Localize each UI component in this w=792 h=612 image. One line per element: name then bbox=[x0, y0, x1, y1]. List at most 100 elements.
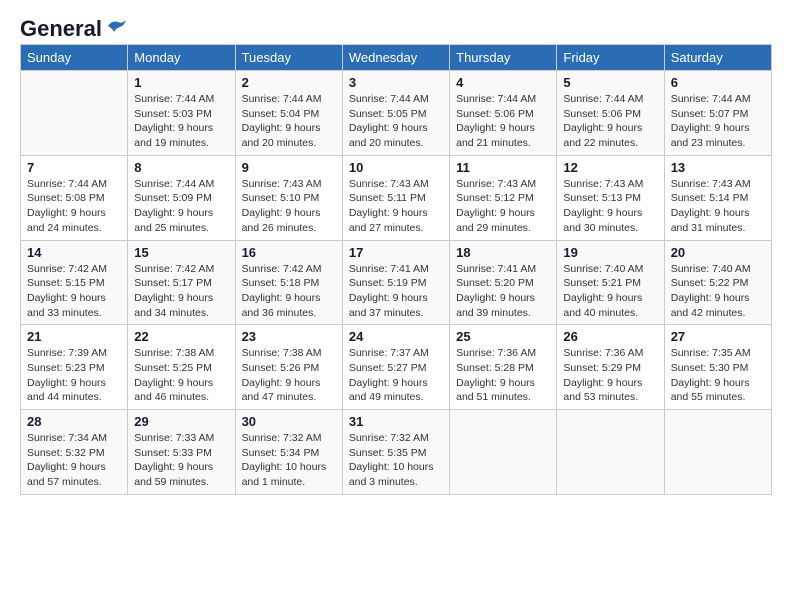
daylight-text: Daylight: 9 hours and 33 minutes. bbox=[27, 291, 121, 320]
weekday-header-tuesday: Tuesday bbox=[235, 45, 342, 71]
sunrise-text: Sunrise: 7:32 AM bbox=[242, 431, 336, 446]
day-number: 12 bbox=[563, 160, 657, 175]
daylight-text: Daylight: 9 hours and 39 minutes. bbox=[456, 291, 550, 320]
daylight-text: Daylight: 9 hours and 53 minutes. bbox=[563, 376, 657, 405]
calendar-cell: 14Sunrise: 7:42 AMSunset: 5:15 PMDayligh… bbox=[21, 240, 128, 325]
day-info: Sunrise: 7:42 AMSunset: 5:17 PMDaylight:… bbox=[134, 262, 228, 321]
sunset-text: Sunset: 5:28 PM bbox=[456, 361, 550, 376]
sunset-text: Sunset: 5:03 PM bbox=[134, 107, 228, 122]
sunset-text: Sunset: 5:10 PM bbox=[242, 191, 336, 206]
day-number: 3 bbox=[349, 75, 443, 90]
sunrise-text: Sunrise: 7:42 AM bbox=[134, 262, 228, 277]
sunrise-text: Sunrise: 7:44 AM bbox=[456, 92, 550, 107]
sunrise-text: Sunrise: 7:44 AM bbox=[671, 92, 765, 107]
calendar-cell: 11Sunrise: 7:43 AMSunset: 5:12 PMDayligh… bbox=[450, 155, 557, 240]
day-info: Sunrise: 7:44 AMSunset: 5:04 PMDaylight:… bbox=[242, 92, 336, 151]
daylight-text: Daylight: 9 hours and 23 minutes. bbox=[671, 121, 765, 150]
daylight-text: Daylight: 9 hours and 19 minutes. bbox=[134, 121, 228, 150]
calendar-cell: 9Sunrise: 7:43 AMSunset: 5:10 PMDaylight… bbox=[235, 155, 342, 240]
calendar-cell: 19 Sunrise: 7:40 AMSunset: 5:21 PMDayligh… bbox=[557, 240, 664, 325]
day-info: Sunrise: 7:41 AMSunset: 5:20 PMDaylight:… bbox=[456, 262, 550, 321]
day-number: 15 bbox=[134, 245, 228, 260]
day-info: Sunrise: 7:41 AMSunset: 5:19 PMDaylight:… bbox=[349, 262, 443, 321]
calendar-cell: 7Sunrise: 7:44 AMSunset: 5:08 PMDaylight… bbox=[21, 155, 128, 240]
sunset-text: Sunset: 5:09 PM bbox=[134, 191, 228, 206]
daylight-text: Daylight: 9 hours and 30 minutes. bbox=[563, 206, 657, 235]
day-number: 16 bbox=[242, 245, 336, 260]
sunrise-text: Sunrise: 7:41 AM bbox=[456, 262, 550, 277]
calendar-cell: 15 Sunrise: 7:42 AMSunset: 5:17 PMDayligh… bbox=[128, 240, 235, 325]
week-row-3: 14Sunrise: 7:42 AMSunset: 5:15 PMDayligh… bbox=[21, 240, 772, 325]
sunset-text: Sunset: 5:25 PM bbox=[134, 361, 228, 376]
day-number: 6 bbox=[671, 75, 765, 90]
calendar-cell: 24Sunrise: 7:37 AMSunset: 5:27 PMDayligh… bbox=[342, 325, 449, 410]
day-number: 13 bbox=[671, 160, 765, 175]
sunrise-text: Sunrise: 7:33 AM bbox=[134, 431, 228, 446]
sunset-text: Sunset: 5:30 PM bbox=[671, 361, 765, 376]
day-number: 30 bbox=[242, 414, 336, 429]
calendar-cell: 17Sunrise: 7:41 AMSunset: 5:19 PMDayligh… bbox=[342, 240, 449, 325]
weekday-header-thursday: Thursday bbox=[450, 45, 557, 71]
calendar-cell: 3Sunrise: 7:44 AMSunset: 5:05 PMDaylight… bbox=[342, 71, 449, 156]
sunset-text: Sunset: 5:21 PM bbox=[563, 276, 657, 291]
day-info: Sunrise: 7:44 AMSunset: 5:06 PMDaylight:… bbox=[563, 92, 657, 151]
day-info: Sunrise: 7:44 AMSunset: 5:06 PMDaylight:… bbox=[456, 92, 550, 151]
daylight-text: Daylight: 9 hours and 21 minutes. bbox=[456, 121, 550, 150]
day-number: 27 bbox=[671, 329, 765, 344]
sunset-text: Sunset: 5:11 PM bbox=[349, 191, 443, 206]
day-info: Sunrise: 7:44 AMSunset: 5:03 PMDaylight:… bbox=[134, 92, 228, 151]
week-row-5: 28Sunrise: 7:34 AMSunset: 5:32 PMDayligh… bbox=[21, 410, 772, 495]
daylight-text: Daylight: 9 hours and 20 minutes. bbox=[242, 121, 336, 150]
sunset-text: Sunset: 5:18 PM bbox=[242, 276, 336, 291]
sunset-text: Sunset: 5:13 PM bbox=[563, 191, 657, 206]
logo-text-general: General bbox=[20, 16, 102, 42]
sunrise-text: Sunrise: 7:43 AM bbox=[671, 177, 765, 192]
sunset-text: Sunset: 5:15 PM bbox=[27, 276, 121, 291]
day-number: 7 bbox=[27, 160, 121, 175]
daylight-text: Daylight: 9 hours and 34 minutes. bbox=[134, 291, 228, 320]
daylight-text: Daylight: 10 hours and 3 minutes. bbox=[349, 460, 443, 489]
sunrise-text: Sunrise: 7:44 AM bbox=[134, 177, 228, 192]
sunrise-text: Sunrise: 7:38 AM bbox=[134, 346, 228, 361]
calendar-cell bbox=[450, 410, 557, 495]
daylight-text: Daylight: 9 hours and 46 minutes. bbox=[134, 376, 228, 405]
daylight-text: Daylight: 9 hours and 44 minutes. bbox=[27, 376, 121, 405]
sunrise-text: Sunrise: 7:41 AM bbox=[349, 262, 443, 277]
sunset-text: Sunset: 5:23 PM bbox=[27, 361, 121, 376]
day-info: Sunrise: 7:44 AMSunset: 5:07 PMDaylight:… bbox=[671, 92, 765, 151]
sunset-text: Sunset: 5:04 PM bbox=[242, 107, 336, 122]
calendar-cell: 27Sunrise: 7:35 AMSunset: 5:30 PMDayligh… bbox=[664, 325, 771, 410]
calendar-cell: 22Sunrise: 7:38 AMSunset: 5:25 PMDayligh… bbox=[128, 325, 235, 410]
sunrise-text: Sunrise: 7:42 AM bbox=[242, 262, 336, 277]
sunset-text: Sunset: 5:33 PM bbox=[134, 446, 228, 461]
calendar-cell: 26Sunrise: 7:36 AMSunset: 5:29 PMDayligh… bbox=[557, 325, 664, 410]
day-info: Sunrise: 7:42 AMSunset: 5:18 PMDaylight:… bbox=[242, 262, 336, 321]
day-info: Sunrise: 7:43 AMSunset: 5:11 PMDaylight:… bbox=[349, 177, 443, 236]
day-info: Sunrise: 7:39 AMSunset: 5:23 PMDaylight:… bbox=[27, 346, 121, 405]
daylight-text: Daylight: 9 hours and 51 minutes. bbox=[456, 376, 550, 405]
weekday-header-wednesday: Wednesday bbox=[342, 45, 449, 71]
day-number: 5 bbox=[563, 75, 657, 90]
calendar-cell: 21Sunrise: 7:39 AMSunset: 5:23 PMDayligh… bbox=[21, 325, 128, 410]
logo: General bbox=[20, 16, 128, 36]
sunrise-text: Sunrise: 7:39 AM bbox=[27, 346, 121, 361]
day-info: Sunrise: 7:40 AMSunset: 5:21 PMDaylight:… bbox=[563, 262, 657, 321]
sunset-text: Sunset: 5:19 PM bbox=[349, 276, 443, 291]
day-info: Sunrise: 7:32 AMSunset: 5:35 PMDaylight:… bbox=[349, 431, 443, 490]
day-number: 29 bbox=[134, 414, 228, 429]
day-number: 19 bbox=[563, 245, 657, 260]
daylight-text: Daylight: 9 hours and 55 minutes. bbox=[671, 376, 765, 405]
sunrise-text: Sunrise: 7:42 AM bbox=[27, 262, 121, 277]
daylight-text: Daylight: 9 hours and 37 minutes. bbox=[349, 291, 443, 320]
calendar-cell: 28Sunrise: 7:34 AMSunset: 5:32 PMDayligh… bbox=[21, 410, 128, 495]
day-info: Sunrise: 7:43 AMSunset: 5:12 PMDaylight:… bbox=[456, 177, 550, 236]
day-number: 1 bbox=[134, 75, 228, 90]
day-number: 20 bbox=[671, 245, 765, 260]
day-info: Sunrise: 7:44 AMSunset: 5:09 PMDaylight:… bbox=[134, 177, 228, 236]
daylight-text: Daylight: 9 hours and 20 minutes. bbox=[349, 121, 443, 150]
daylight-text: Daylight: 9 hours and 40 minutes. bbox=[563, 291, 657, 320]
sunset-text: Sunset: 5:17 PM bbox=[134, 276, 228, 291]
day-number: 28 bbox=[27, 414, 121, 429]
calendar-cell: 20Sunrise: 7:40 AMSunset: 5:22 PMDayligh… bbox=[664, 240, 771, 325]
calendar-cell: 2Sunrise: 7:44 AMSunset: 5:04 PMDaylight… bbox=[235, 71, 342, 156]
